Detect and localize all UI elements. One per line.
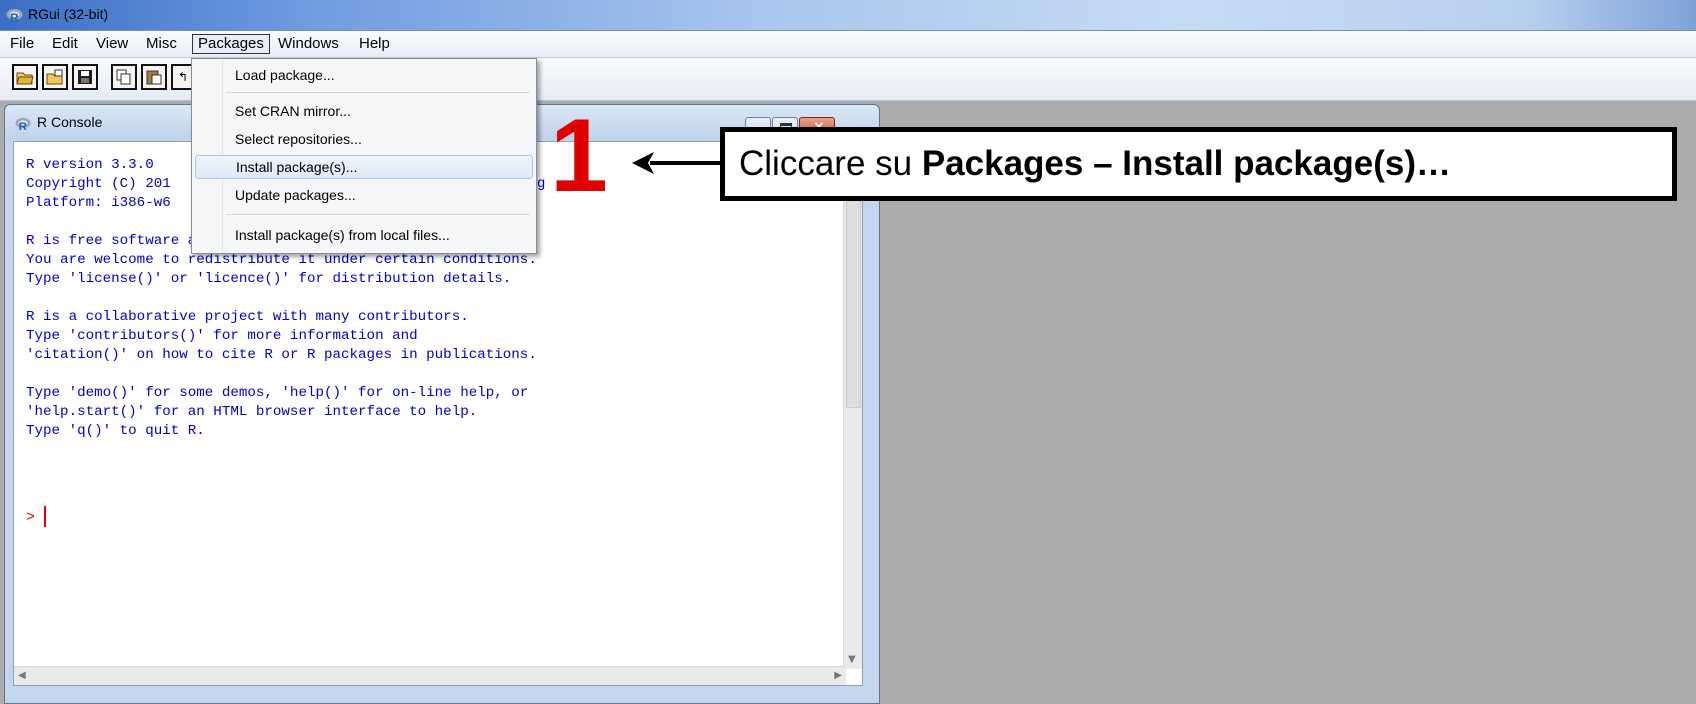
callout-text-bold: Packages – Install package(s)… (921, 144, 1451, 183)
menu-item-update-packages[interactable]: Update packages... (195, 183, 533, 207)
menu-item-select-repositories[interactable]: Select repositories... (195, 127, 533, 151)
console-line: Type 'contributors()' for more informati… (26, 328, 418, 344)
app-titlebar: R RGui (32-bit) (0, 0, 1696, 31)
load-workspace-button[interactable] (42, 64, 68, 90)
paste-icon (146, 70, 162, 85)
menu-edit[interactable]: Edit (47, 34, 83, 54)
menu-misc[interactable]: Misc (141, 34, 182, 54)
menu-separator (226, 214, 530, 215)
copy-paste-icon: ↰ (177, 70, 189, 84)
menu-windows[interactable]: Windows (273, 34, 344, 54)
callout-arrow-icon (632, 152, 722, 174)
paste-button[interactable] (141, 64, 167, 90)
scroll-down-arrow-icon[interactable]: ▼ (848, 654, 856, 665)
console-line: You are welcome to redistribute it under… (26, 252, 537, 268)
console-prompt: > (26, 509, 36, 526)
callout-text-prefix: Cliccare su (739, 144, 922, 183)
packages-dropdown-menu: Load package... Set CRAN mirror... Selec… (191, 58, 537, 254)
svg-text:R: R (19, 121, 27, 132)
menu-view[interactable]: View (91, 34, 133, 54)
copy-paste-button[interactable]: ↰ (171, 64, 193, 90)
console-line: Type 'demo()' for some demos, 'help()' f… (26, 385, 529, 401)
menu-packages[interactable]: Packages (192, 34, 270, 54)
console-title: R Console (37, 114, 103, 130)
menu-separator (226, 92, 530, 93)
console-line: 'help.start()' for an HTML browser inter… (26, 404, 478, 420)
menu-bar: File Edit View Misc Packages Windows Hel… (0, 31, 1696, 58)
menu-help[interactable]: Help (354, 34, 395, 54)
r-logo-icon: R (6, 9, 23, 24)
menu-file[interactable]: File (5, 34, 39, 54)
vertical-scrollbar[interactable]: ▼ (843, 142, 862, 669)
scroll-right-arrow-icon[interactable]: ▶ (834, 670, 842, 681)
open-script-button[interactable] (12, 64, 38, 90)
menu-item-install-local-files[interactable]: Install package(s) from local files... (195, 223, 533, 247)
menu-item-load-package[interactable]: Load package... (195, 63, 533, 87)
console-line: Platform: i386-w6 (26, 195, 171, 211)
horizontal-scrollbar[interactable]: ◀ ▶ (14, 666, 846, 685)
menu-item-set-cran-mirror[interactable]: Set CRAN mirror... (195, 99, 533, 123)
console-line: 'citation()' on how to cite R or R packa… (26, 347, 537, 363)
save-workspace-button[interactable] (72, 64, 98, 90)
console-line: R is a collaborative project with many c… (26, 309, 469, 325)
text-caret (44, 506, 46, 527)
console-line: Type 'q()' to quit R. (26, 423, 205, 439)
scrollbar-thumb[interactable] (846, 176, 861, 408)
copy-button[interactable] (111, 64, 137, 90)
step-number-label: 1 (550, 98, 608, 214)
save-icon (78, 70, 92, 84)
r-logo-icon: R (15, 117, 31, 132)
scroll-left-arrow-icon[interactable]: ◀ (18, 670, 26, 681)
svg-text:R: R (10, 11, 19, 24)
app-title: RGui (32-bit) (28, 6, 109, 22)
load-workspace-icon (46, 69, 63, 85)
console-line: Type 'license()' or 'licence()' for dist… (26, 271, 512, 287)
open-script-icon (16, 72, 34, 85)
copy-icon (116, 69, 131, 85)
menu-item-install-packages[interactable]: Install package(s)... (195, 155, 533, 179)
instruction-callout: Cliccare su Packages – Install package(s… (720, 127, 1677, 201)
